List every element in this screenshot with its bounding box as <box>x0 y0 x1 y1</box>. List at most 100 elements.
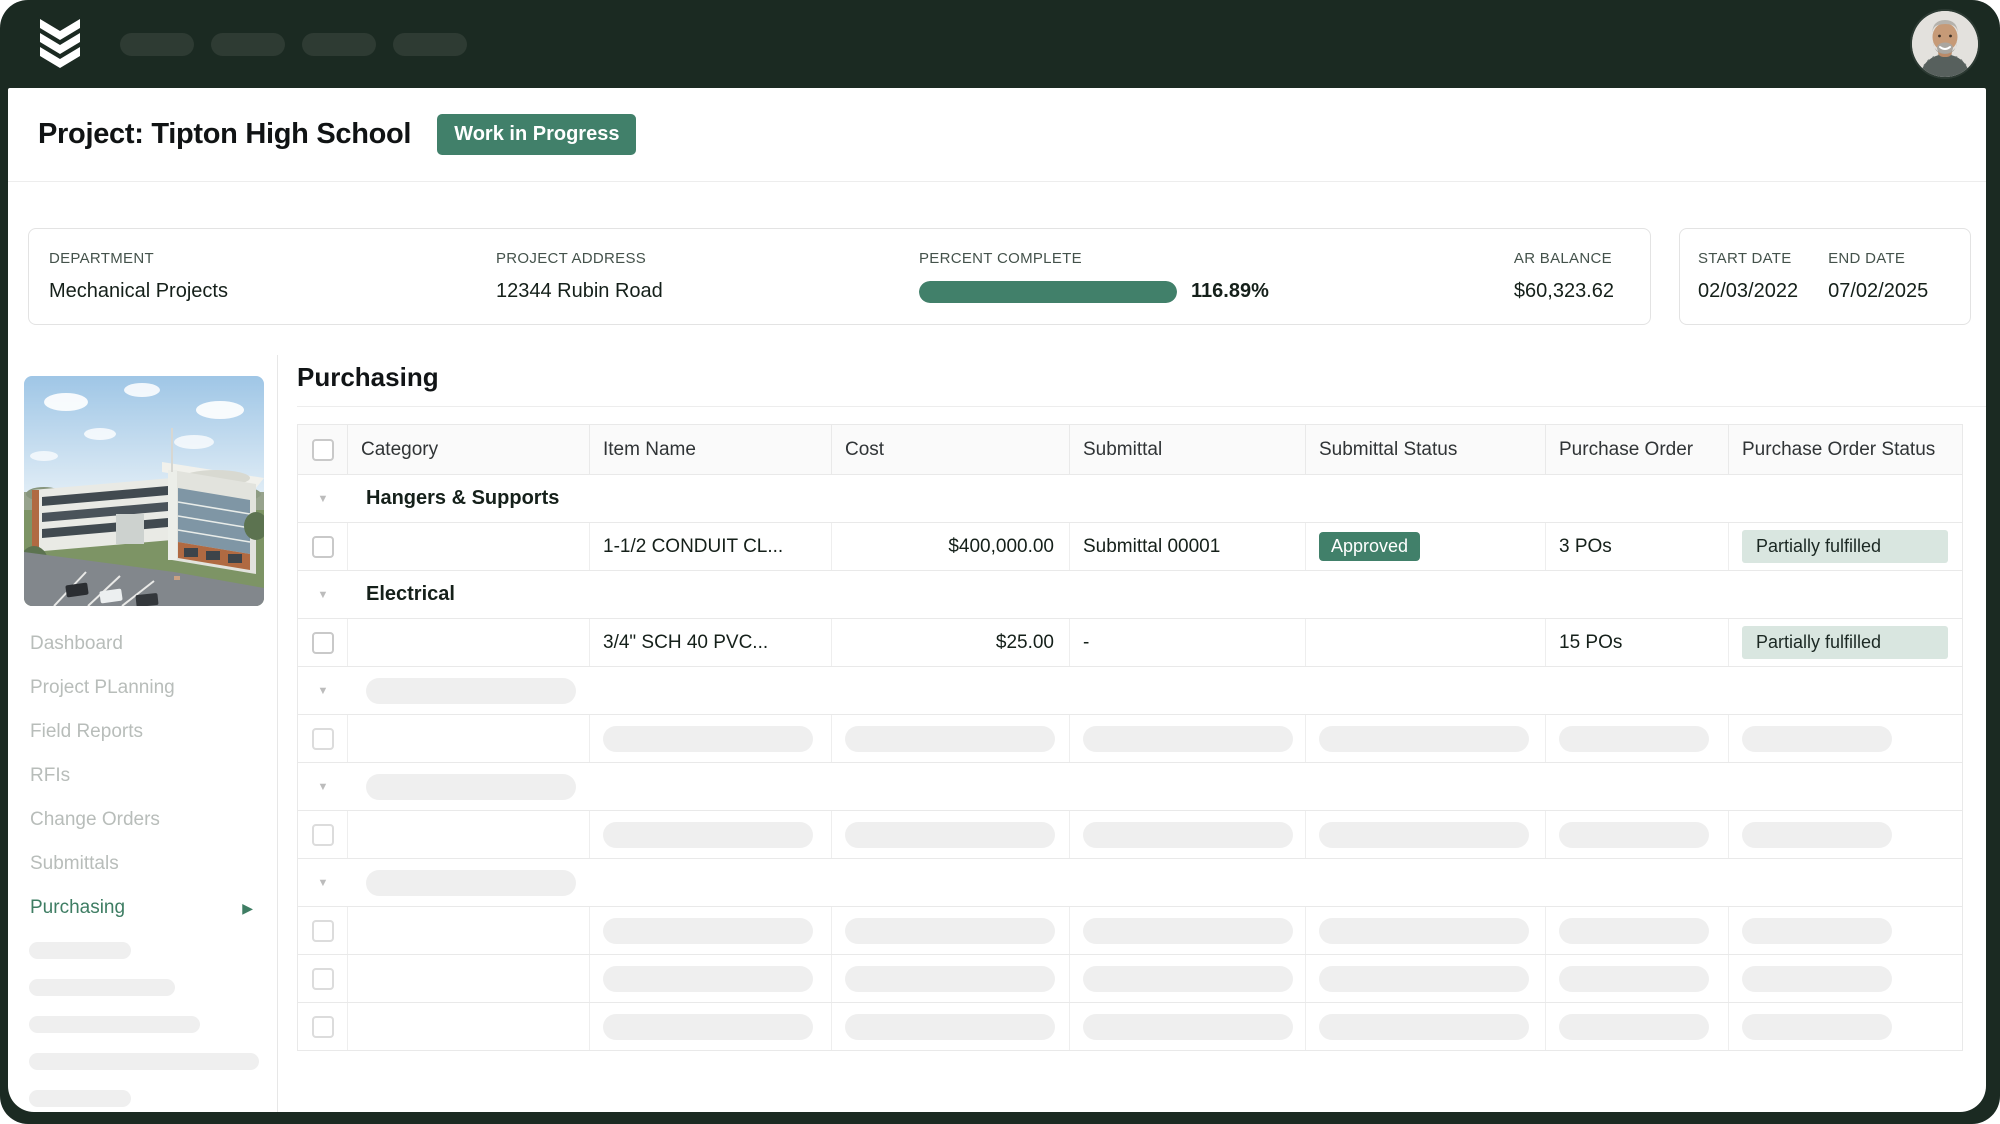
skeleton-pill <box>1742 822 1892 848</box>
cell-category <box>348 523 590 570</box>
skeleton-pill <box>1559 1014 1709 1040</box>
row-checkbox[interactable] <box>312 536 334 558</box>
start-date-block: START DATE 02/03/2022 <box>1698 250 1798 303</box>
skeleton-pill <box>603 1014 813 1040</box>
content-panel: Project: Tipton High School Work in Prog… <box>8 88 1986 1112</box>
chevron-right-icon: ▶ <box>242 900 253 917</box>
row-checkbox <box>312 920 334 942</box>
row-checkbox[interactable] <box>312 632 334 654</box>
department-value: Mechanical Projects <box>49 280 496 303</box>
column-header-submittal-status[interactable]: Submittal Status <box>1306 425 1546 474</box>
project-address-block: PROJECT ADDRESS 12344 Rubin Road <box>496 250 919 303</box>
column-header-purchase-order-status[interactable]: Purchase Order Status <box>1729 425 1964 474</box>
cell-submittal: Submittal 00001 <box>1070 523 1306 570</box>
sidebar-item-project-planning[interactable]: Project PLanning <box>8 666 277 710</box>
skeleton-pill <box>845 966 1055 992</box>
skeleton-table-row <box>298 715 1962 763</box>
skeleton-pill <box>1083 918 1293 944</box>
page-title: Project: Tipton High School <box>38 118 411 151</box>
skeleton-pill <box>1319 918 1529 944</box>
skeleton-pill <box>845 822 1055 848</box>
sidebar-item-dashboard[interactable]: Dashboard <box>8 622 277 666</box>
sidebar-item-label: Field Reports <box>30 721 143 743</box>
table-row: 1-1/2 CONDUIT CL... $400,000.00 Submitta… <box>298 523 1962 571</box>
triple-chevron-logo-icon[interactable] <box>38 19 82 69</box>
sidebar-item-label: Dashboard <box>30 633 123 655</box>
group-row-electrical: ▼ Electrical <box>298 571 1962 619</box>
main-content: Purchasing Category Item Name Cost Submi… <box>278 355 1986 1112</box>
skeleton-pill <box>603 918 813 944</box>
sidebar-skeleton-pill <box>29 1090 131 1107</box>
percent-complete-label: PERCENT COMPLETE <box>919 250 1514 267</box>
user-avatar[interactable] <box>1912 11 1978 77</box>
skeleton-group-row: ▼ <box>298 763 1962 811</box>
collapse-triangle-icon[interactable]: ▼ <box>318 493 329 505</box>
collapse-triangle-icon: ▼ <box>318 781 329 793</box>
cell-purchase-order: 3 POs <box>1546 523 1729 570</box>
sidebar-item-label: Submittals <box>30 853 119 875</box>
nav-skeleton-pill <box>211 33 285 56</box>
cell-purchase-order: 15 POs <box>1546 619 1729 666</box>
sidebar-item-label: RFIs <box>30 765 70 787</box>
sidebar-item-label: Change Orders <box>30 809 160 831</box>
skeleton-table-row <box>298 811 1962 859</box>
project-dates-card: START DATE 02/03/2022 END DATE 07/02/202… <box>1679 228 1971 325</box>
skeleton-pill <box>603 822 813 848</box>
cell-submittal-status <box>1306 619 1546 666</box>
app-window: Project: Tipton High School Work in Prog… <box>0 0 2000 1124</box>
cell-cost: $400,000.00 <box>832 523 1070 570</box>
column-header-cost[interactable]: Cost <box>832 425 1070 474</box>
sidebar-item-field-reports[interactable]: Field Reports <box>8 710 277 754</box>
skeleton-pill <box>1742 918 1892 944</box>
skeleton-pill <box>1319 966 1529 992</box>
nav-skeleton-pill <box>393 33 467 56</box>
row-checkbox <box>312 1016 334 1038</box>
column-header-item-name[interactable]: Item Name <box>590 425 832 474</box>
collapse-triangle-icon[interactable]: ▼ <box>318 589 329 601</box>
group-label: Hangers & Supports <box>348 487 1962 510</box>
cell-item-name: 1-1/2 CONDUIT CL... <box>590 523 832 570</box>
skeleton-group-row: ▼ <box>298 667 1962 715</box>
column-header-purchase-order[interactable]: Purchase Order <box>1546 425 1729 474</box>
end-date-block: END DATE 07/02/2025 <box>1828 250 1928 303</box>
sidebar-item-label: Purchasing <box>30 897 125 919</box>
skeleton-table-row <box>298 907 1962 955</box>
department-block: DEPARTMENT Mechanical Projects <box>49 250 496 303</box>
sidebar-item-change-orders[interactable]: Change Orders <box>8 798 277 842</box>
skeleton-pill <box>1559 822 1709 848</box>
sidebar-skeleton-group <box>29 942 277 1107</box>
column-header-category[interactable]: Category <box>348 425 590 474</box>
project-info-row: DEPARTMENT Mechanical Projects PROJECT A… <box>8 182 1986 355</box>
skeleton-group-row: ▼ <box>298 859 1962 907</box>
sidebar-item-purchasing[interactable]: Purchasing ▶ <box>8 886 277 930</box>
sidebar-skeleton-pill <box>29 1053 259 1070</box>
cell-category <box>348 619 590 666</box>
select-all-checkbox[interactable] <box>312 439 334 461</box>
group-label: Electrical <box>348 583 1962 606</box>
ar-balance-label: AR BALANCE <box>1514 250 1614 267</box>
skeleton-pill <box>1083 822 1293 848</box>
row-checkbox <box>312 728 334 750</box>
column-header-submittal[interactable]: Submittal <box>1070 425 1306 474</box>
skeleton-pill <box>1319 1014 1529 1040</box>
nav-skeleton-group <box>120 33 467 56</box>
collapse-triangle-icon: ▼ <box>318 877 329 889</box>
collapse-triangle-icon: ▼ <box>318 685 329 697</box>
sidebar-skeleton-pill <box>29 979 175 996</box>
percent-complete-value: 116.89% <box>1191 280 1269 303</box>
project-status-badge: Work in Progress <box>437 114 636 155</box>
skeleton-pill <box>1559 918 1709 944</box>
top-nav-bar <box>0 0 2000 88</box>
skeleton-pill <box>845 726 1055 752</box>
row-checkbox <box>312 824 334 846</box>
submittal-status-badge: Approved <box>1319 532 1420 561</box>
skeleton-table-row <box>298 955 1962 1003</box>
sidebar-item-rfis[interactable]: RFIs <box>8 754 277 798</box>
cell-item-name: 3/4" SCH 40 PVC... <box>590 619 832 666</box>
percent-complete-block: PERCENT COMPLETE 116.89% <box>919 250 1514 303</box>
skeleton-pill <box>1319 822 1529 848</box>
ar-balance-value: $60,323.62 <box>1514 280 1614 303</box>
skeleton-pill <box>603 966 813 992</box>
skeleton-pill <box>1559 726 1709 752</box>
sidebar-item-submittals[interactable]: Submittals <box>8 842 277 886</box>
